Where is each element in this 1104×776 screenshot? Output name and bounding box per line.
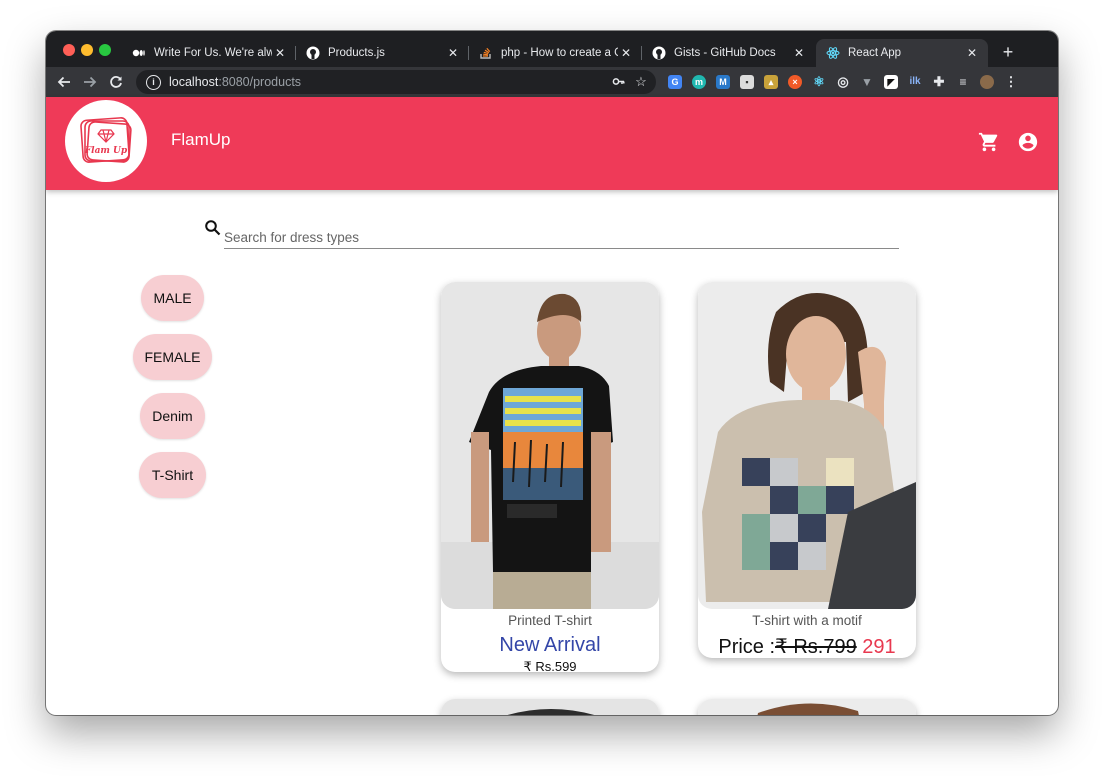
filter-chip-tshirt[interactable]: T-Shirt	[139, 452, 206, 498]
tab-title: Products.js	[328, 47, 385, 59]
site-info-icon[interactable]: i	[146, 74, 161, 90]
github-icon	[306, 46, 320, 60]
new-arrival-badge: New Arrival	[499, 634, 601, 656]
filter-chip-denim[interactable]: Denim	[140, 393, 205, 439]
sale-price: 291	[862, 636, 896, 658]
translate-extension-icon[interactable]: G	[668, 75, 682, 89]
github-icon	[652, 46, 666, 60]
product-image[interactable]	[698, 282, 916, 609]
cart-icon[interactable]	[978, 131, 1000, 153]
stackoverflow-icon	[479, 46, 493, 60]
filter-chip-female[interactable]: FEMALE	[133, 334, 212, 380]
media-playlist-icon[interactable]: ≡	[956, 75, 970, 89]
forward-arrow-icon[interactable]	[79, 71, 101, 93]
key-icon[interactable]	[608, 70, 628, 94]
reload-icon[interactable]	[105, 71, 127, 93]
browser-tab[interactable]: Products.js ✕	[296, 39, 469, 67]
price-label: Price :	[718, 636, 776, 658]
browser-tab-active[interactable]: React App ✕	[816, 39, 988, 67]
react-devtools-icon[interactable]: ⚛	[812, 75, 826, 89]
product-name: T-shirt with a motif	[752, 613, 862, 628]
profile-avatar[interactable]	[980, 75, 994, 89]
close-window-button[interactable]	[63, 44, 75, 56]
product-price: ₹ Rs.599	[523, 659, 577, 672]
product-image[interactable]	[441, 282, 659, 609]
extension-square-icon[interactable]: ▪	[740, 75, 754, 89]
product-card[interactable]: Printed T-shirt New Arrival ₹ Rs.599	[441, 282, 659, 672]
search-input[interactable]	[224, 226, 899, 249]
tab-title: React App	[848, 47, 902, 59]
account-circle-icon[interactable]	[1017, 131, 1039, 153]
filter-chip-male[interactable]: MALE	[141, 275, 204, 321]
browser-toolbar: i localhost:8080/products ☆ G m M ▪ ▴ × …	[46, 67, 1058, 97]
back-arrow-icon[interactable]	[53, 71, 75, 93]
logo-text: Flam Up	[84, 146, 128, 156]
original-price: ₹ Rs.799	[775, 636, 857, 658]
url-text[interactable]: localhost:8080/products	[169, 75, 301, 89]
product-card[interactable]	[441, 699, 659, 715]
extension-m-icon[interactable]: m	[692, 75, 706, 89]
product-card[interactable]: T-shirt with a motif Price :₹ Rs.799 291	[698, 282, 916, 658]
tab-title: Write For Us. We're always	[154, 47, 272, 59]
brand-name[interactable]: FlamUp	[171, 130, 231, 150]
product-image[interactable]	[441, 699, 659, 715]
product-price-row: Price :₹ Rs.799 291	[698, 634, 916, 658]
app-header: Flam Up FlamUp	[46, 97, 1058, 190]
brand-logo[interactable]: Flam Up	[65, 100, 147, 182]
product-name: Printed T-shirt	[508, 613, 592, 628]
product-image[interactable]	[698, 699, 916, 715]
product-card[interactable]	[698, 699, 916, 715]
browser-tab[interactable]: Write For Us. We're always ✕	[122, 39, 296, 67]
tab-title: php - How to create a Git	[501, 47, 618, 59]
close-tab-icon[interactable]: ✕	[964, 46, 980, 60]
browser-menu-icon[interactable]: ⋮	[1004, 75, 1018, 89]
extensions-puzzle-icon[interactable]: ✚	[932, 75, 946, 89]
extension-orange-icon[interactable]: ×	[788, 75, 802, 89]
browser-tab[interactable]: php - How to create a Git ✕	[469, 39, 642, 67]
extension-image-icon[interactable]: ▴	[764, 75, 778, 89]
new-tab-button[interactable]: +	[997, 41, 1019, 63]
bookmark-star-icon[interactable]: ☆	[631, 70, 651, 94]
extension-white-icon[interactable]: ◤	[884, 75, 898, 89]
tab-strip: Write For Us. We're always ✕ Products.js…	[46, 31, 1058, 67]
maximize-window-button[interactable]	[99, 44, 111, 56]
url-path: :8080/products	[218, 75, 302, 89]
browser-window: Write For Us. We're always ✕ Products.js…	[46, 31, 1058, 715]
close-tab-icon[interactable]: ✕	[618, 46, 634, 60]
minimize-window-button[interactable]	[81, 44, 93, 56]
extension-target-icon[interactable]: ◎	[836, 75, 850, 89]
extension-blue-icon[interactable]: ilk	[908, 75, 922, 89]
medium-icon	[132, 46, 146, 60]
search-icon	[204, 219, 222, 237]
url-host: localhost	[169, 75, 219, 89]
close-tab-icon[interactable]: ✕	[791, 46, 807, 60]
address-bar[interactable]: i localhost:8080/products ☆	[136, 70, 656, 94]
close-tab-icon[interactable]: ✕	[445, 46, 461, 60]
close-tab-icon[interactable]: ✕	[272, 46, 288, 60]
vue-devtools-icon[interactable]: ▼	[860, 75, 874, 89]
tab-title: Gists - GitHub Docs	[674, 47, 776, 59]
extension-M-icon[interactable]: M	[716, 75, 730, 89]
react-icon	[826, 46, 840, 60]
browser-tab[interactable]: Gists - GitHub Docs ✕	[642, 39, 815, 67]
